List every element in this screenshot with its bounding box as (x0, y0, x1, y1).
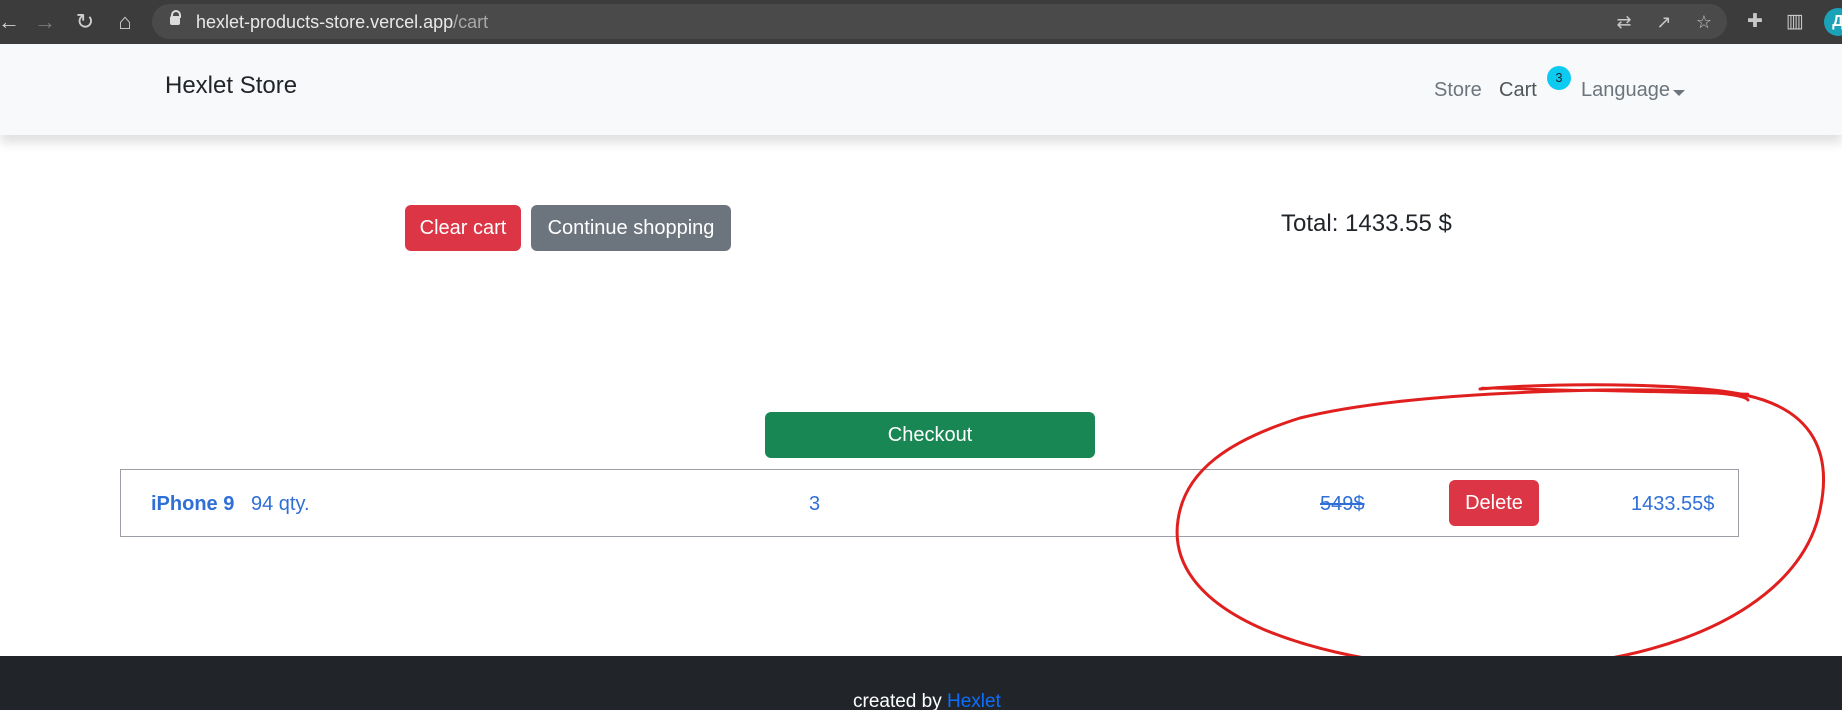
url-host: hexlet-products-store.vercel.app (196, 12, 454, 32)
nav-link-cart[interactable]: Cart (1499, 79, 1537, 102)
profile-avatar[interactable]: Д (1824, 8, 1842, 36)
url-text: hexlet-products-store.vercel.app/cart (196, 12, 488, 33)
bookmark-star-icon[interactable]: ☆ (1692, 10, 1716, 34)
site-footer: created by Hexlet (0, 656, 1842, 712)
translate-icon[interactable]: ⇄ (1612, 10, 1636, 34)
extensions-puzzle-icon[interactable]: ✚ (1742, 9, 1768, 35)
product-stock: 94 qty. (251, 493, 310, 515)
footer-credit-text: created by (853, 691, 947, 712)
home-icon[interactable]: ⌂ (112, 9, 138, 35)
cart-count-badge: 3 (1547, 66, 1571, 90)
footer-hexlet-link[interactable]: Hexlet (947, 691, 1001, 712)
browser-toolbar: ← → ↻ ⌂ hexlet-products-store.vercel.app… (0, 0, 1842, 44)
cart-total: Total: 1433.55 $ (1281, 210, 1452, 237)
delete-item-button[interactable]: Delete (1449, 480, 1539, 526)
site-navbar: Hexlet Store Store Cart 3 Language (0, 44, 1842, 135)
brand-logo[interactable]: Hexlet Store (165, 72, 297, 100)
share-icon[interactable]: ↗ (1652, 10, 1676, 34)
language-dropdown[interactable]: Language (1581, 79, 1670, 102)
back-arrow-icon[interactable]: ← (0, 9, 22, 35)
reload-icon[interactable]: ↻ (72, 9, 98, 35)
address-bar[interactable]: hexlet-products-store.vercel.app/cart ⇄ … (152, 4, 1727, 39)
chevron-down-icon (1673, 90, 1685, 96)
lock-icon (170, 10, 181, 25)
side-panel-icon[interactable]: ▥ (1782, 9, 1808, 35)
continue-shopping-button[interactable]: Continue shopping (531, 205, 731, 251)
product-name-link[interactable]: iPhone 9 (151, 493, 234, 516)
product-price: 549$ (1320, 493, 1365, 515)
product-line-total: 1433.55$ (1631, 493, 1715, 515)
clear-cart-button[interactable]: Clear cart (405, 205, 521, 251)
cart-item-row: iPhone 9 94 qty. 3 549$ Delete 1433.55$ (120, 469, 1739, 537)
nav-link-store[interactable]: Store (1434, 79, 1482, 102)
forward-arrow-icon[interactable]: → (32, 9, 58, 35)
product-quantity: 3 (809, 493, 821, 515)
checkout-button[interactable]: Checkout (765, 412, 1095, 458)
url-path: /cart (453, 12, 489, 32)
